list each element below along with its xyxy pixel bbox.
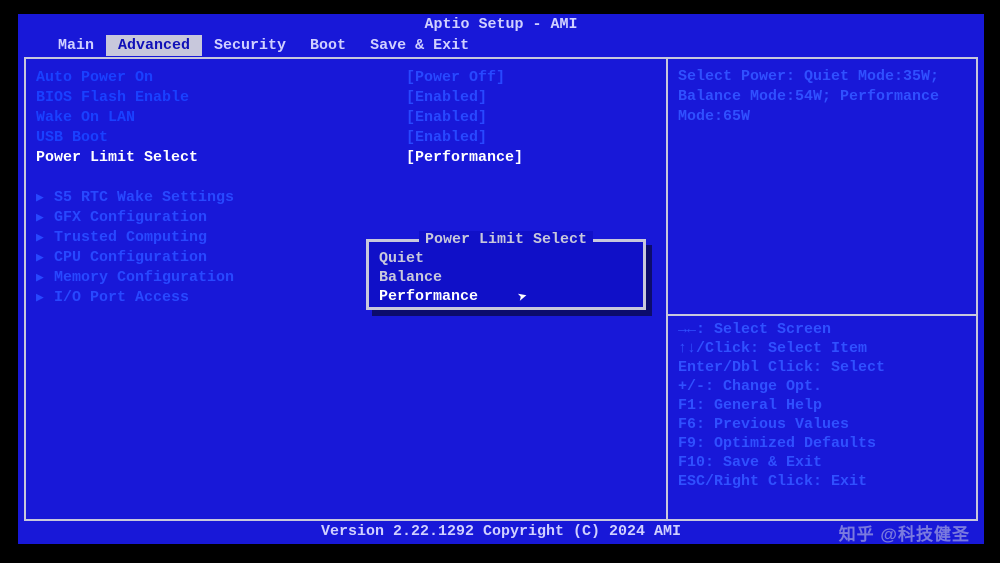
popup-item-balance[interactable]: Balance [369, 269, 643, 288]
menu-boot[interactable]: Boot [298, 35, 358, 56]
content-area: Auto Power On [Power Off] BIOS Flash Ena… [24, 57, 978, 521]
submenu-label: GFX Configuration [54, 209, 207, 226]
setting-value: [Enabled] [406, 109, 487, 126]
watermark: 知乎 @科技健圣 [839, 520, 970, 545]
submenu-label: I/O Port Access [54, 289, 189, 306]
help-panel: Select Power: Quiet Mode:35W; Balance Mo… [666, 59, 976, 519]
submenu-gfx[interactable]: ▶ GFX Configuration [36, 207, 656, 227]
setting-value: [Power Off] [406, 69, 505, 86]
setting-power-limit[interactable]: Power Limit Select [Performance] [36, 147, 656, 167]
keybinds: →←: Select Screen ↑↓/Click: Select Item … [678, 310, 966, 511]
setting-auto-power-on[interactable]: Auto Power On [Power Off] [36, 67, 656, 87]
keybind-row: Enter/Dbl Click: Select [678, 358, 966, 377]
keybind-row: ESC/Right Click: Exit [678, 472, 966, 491]
setting-bios-flash[interactable]: BIOS Flash Enable [Enabled] [36, 87, 656, 107]
setting-label: USB Boot [36, 129, 406, 146]
bios-screen: Aptio Setup - AMI Main Advanced Security… [18, 14, 984, 544]
help-text: Select Power: Quiet Mode:35W; Balance Mo… [678, 67, 966, 127]
keybind-row: F10: Save & Exit [678, 453, 966, 472]
setting-label: Power Limit Select [36, 149, 406, 166]
triangle-right-icon: ▶ [36, 270, 54, 285]
setting-wake-on-lan[interactable]: Wake On LAN [Enabled] [36, 107, 656, 127]
keybind-row: F1: General Help [678, 396, 966, 415]
triangle-right-icon: ▶ [36, 290, 54, 305]
setting-value: [Enabled] [406, 89, 487, 106]
submenu-label: S5 RTC Wake Settings [54, 189, 234, 206]
submenu-label: Trusted Computing [54, 229, 207, 246]
keybind-row: ↑↓/Click: Select Item [678, 339, 966, 358]
triangle-right-icon: ▶ [36, 230, 54, 245]
menu-security[interactable]: Security [202, 35, 298, 56]
menu-advanced[interactable]: Advanced [106, 35, 202, 56]
triangle-right-icon: ▶ [36, 250, 54, 265]
submenu-label: CPU Configuration [54, 249, 207, 266]
setting-usb-boot[interactable]: USB Boot [Enabled] [36, 127, 656, 147]
title-bar: Aptio Setup - AMI [18, 14, 984, 33]
power-limit-popup: Power Limit Select Quiet Balance Perform… [366, 239, 646, 310]
setting-label: Wake On LAN [36, 109, 406, 126]
submenu-label: Memory Configuration [54, 269, 234, 286]
setting-value: [Enabled] [406, 129, 487, 146]
popup-item-quiet[interactable]: Quiet [369, 250, 643, 269]
triangle-right-icon: ▶ [36, 190, 54, 205]
menu-main[interactable]: Main [46, 35, 106, 56]
menu-bar: Main Advanced Security Boot Save & Exit [18, 33, 984, 57]
setting-label: BIOS Flash Enable [36, 89, 406, 106]
triangle-right-icon: ▶ [36, 210, 54, 225]
setting-label: Auto Power On [36, 69, 406, 86]
keybind-row: +/-: Change Opt. [678, 377, 966, 396]
submenu-s5-rtc[interactable]: ▶ S5 RTC Wake Settings [36, 187, 656, 207]
keybind-row: F9: Optimized Defaults [678, 434, 966, 453]
menu-save-exit[interactable]: Save & Exit [358, 35, 481, 56]
setting-value: [Performance] [406, 149, 523, 166]
keybind-row: F6: Previous Values [678, 415, 966, 434]
separator [668, 314, 976, 316]
popup-title: Power Limit Select [369, 231, 643, 248]
keybind-row: →←: Select Screen [678, 320, 966, 339]
settings-panel: Auto Power On [Power Off] BIOS Flash Ena… [26, 59, 666, 519]
popup-item-performance[interactable]: Performance [369, 288, 643, 307]
